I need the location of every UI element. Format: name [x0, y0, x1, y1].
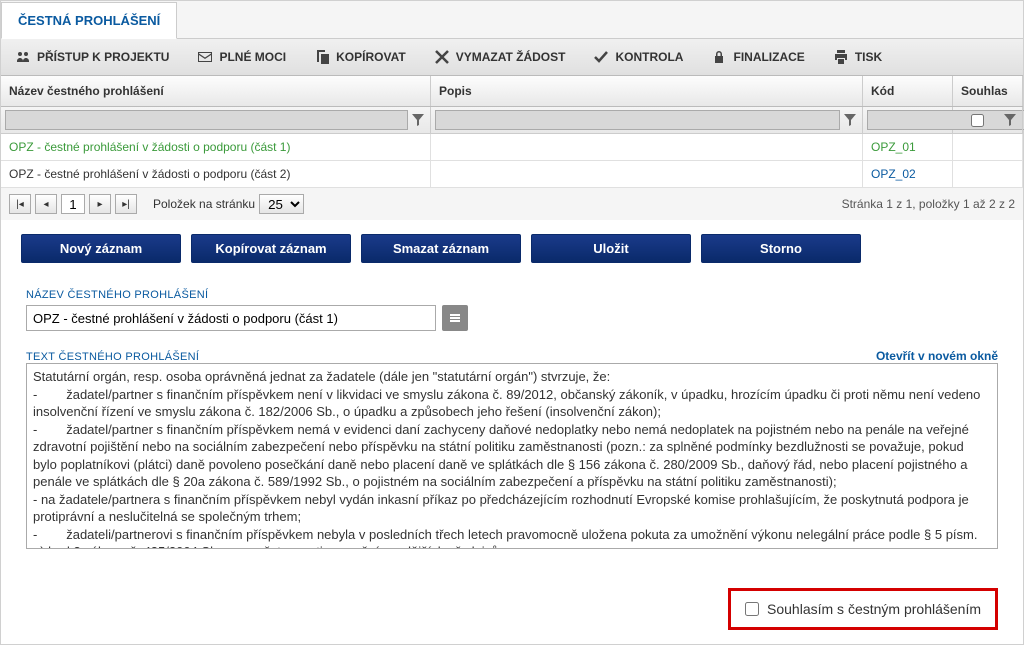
pager-last-button[interactable]: ▸|: [115, 194, 137, 214]
x-icon: [434, 49, 450, 65]
copy-record-button[interactable]: Kopírovat záznam: [191, 234, 351, 263]
filter-name[interactable]: [5, 110, 408, 130]
lock-icon: [711, 49, 727, 65]
people-icon: [15, 49, 31, 65]
per-page-select[interactable]: 25: [259, 194, 304, 214]
pager-first-button[interactable]: |◂: [9, 194, 31, 214]
picker-button[interactable]: [442, 305, 468, 331]
mail-icon: [197, 49, 213, 65]
col-header-code[interactable]: Kód: [863, 76, 953, 106]
save-button[interactable]: Uložit: [531, 234, 691, 263]
check-icon: [593, 49, 609, 65]
funnel-icon[interactable]: [410, 112, 426, 128]
funnel-icon[interactable]: [1002, 112, 1018, 128]
copy-icon: [314, 49, 330, 65]
toolbar-finalize[interactable]: FINALIZACE: [697, 39, 818, 75]
toolbar-check[interactable]: KONTROLA: [579, 39, 697, 75]
toolbar-access[interactable]: PŘÍSTUP K PROJEKTU: [1, 39, 183, 75]
tab-header: ČESTNÁ PROHLÁŠENÍ: [1, 1, 1023, 39]
pager-page-input[interactable]: [61, 194, 85, 214]
delete-record-button[interactable]: Smazat záznam: [361, 234, 521, 263]
action-bar: Nový záznam Kopírovat záznam Smazat zázn…: [1, 220, 1023, 277]
filter-agree-checkbox[interactable]: [971, 114, 984, 127]
pager: |◂ ◂ ▸ ▸| Položek na stránku 25 Stránka …: [1, 188, 1023, 220]
filter-row: [1, 107, 1023, 134]
print-icon: [833, 49, 849, 65]
table-row[interactable]: OPZ - čestné prohlášení v žádosti o podp…: [1, 134, 1023, 161]
open-new-window-link[interactable]: Otevřít v novém okně: [876, 349, 998, 363]
name-label: NÁZEV ČESTNÉHO PROHLÁŠENÍ: [26, 289, 998, 301]
pager-prev-button[interactable]: ◂: [35, 194, 57, 214]
consent-box: Souhlasím s čestným prohlášením: [728, 588, 998, 630]
text-label: TEXT ČESTNÉHO PROHLÁŠENÍ: [26, 351, 199, 363]
pager-next-button[interactable]: ▸: [89, 194, 111, 214]
col-header-agree[interactable]: Souhlas: [953, 76, 1023, 106]
funnel-icon[interactable]: [842, 112, 858, 128]
pager-status: Stránka 1 z 1, položky 1 až 2 z 2: [842, 197, 1015, 211]
per-page-label: Položek na stránku: [153, 197, 255, 211]
tab-declarations[interactable]: ČESTNÁ PROHLÁŠENÍ: [1, 2, 177, 39]
toolbar-print[interactable]: TISK: [819, 39, 896, 75]
toolbar-power-of-attorney[interactable]: PLNÉ MOCI: [183, 39, 300, 75]
col-header-desc[interactable]: Popis: [431, 76, 863, 106]
toolbar-delete-request[interactable]: VYMAZAT ŽÁDOST: [420, 39, 580, 75]
consent-label: Souhlasím s čestným prohlášením: [767, 601, 981, 617]
col-header-name[interactable]: Název čestného prohlášení: [1, 76, 431, 106]
table-row[interactable]: OPZ - čestné prohlášení v žádosti o podp…: [1, 161, 1023, 188]
declaration-name-input[interactable]: [26, 305, 436, 331]
declaration-text-area[interactable]: [26, 363, 998, 549]
toolbar: PŘÍSTUP K PROJEKTU PLNÉ MOCI KOPÍROVAT V…: [1, 39, 1023, 76]
consent-checkbox[interactable]: [745, 602, 759, 616]
cancel-button[interactable]: Storno: [701, 234, 861, 263]
filter-desc[interactable]: [435, 110, 840, 130]
grid-header: Název čestného prohlášení Popis Kód Souh…: [1, 76, 1023, 107]
toolbar-copy[interactable]: KOPÍROVAT: [300, 39, 420, 75]
new-record-button[interactable]: Nový záznam: [21, 234, 181, 263]
